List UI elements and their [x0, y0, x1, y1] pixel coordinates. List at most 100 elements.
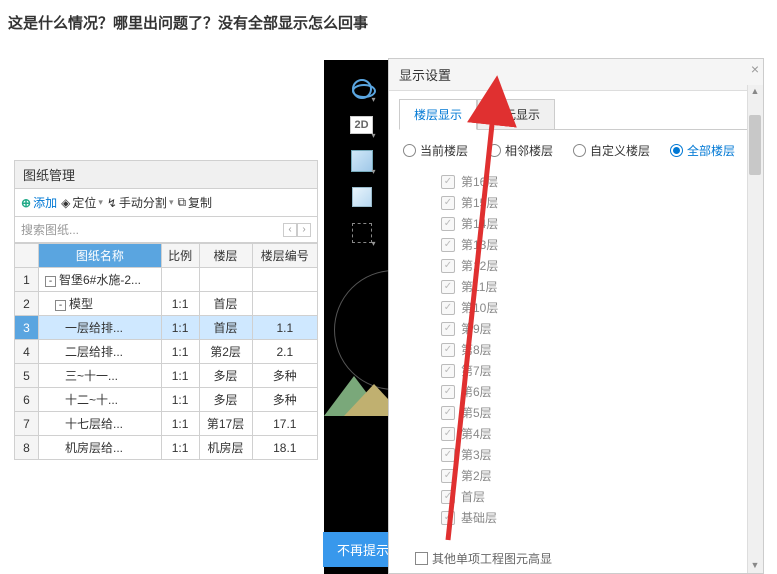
cell-scale[interactable]: 1:1 — [161, 412, 199, 436]
floor-label: 第13层 — [461, 236, 498, 253]
other-project-highlight-check[interactable]: 其他单项工程图元高显 — [415, 550, 552, 567]
floor-item[interactable]: 第8层 — [441, 339, 753, 360]
floor-label: 第4层 — [461, 425, 492, 442]
row-index: 2 — [15, 292, 39, 316]
table-row[interactable]: 2 -模型1:1首层 — [15, 292, 318, 316]
search-next-button[interactable]: › — [297, 223, 311, 237]
cell-name[interactable]: -智堡6#水施-2... — [39, 268, 162, 292]
2d-button[interactable]: 2D▾ — [348, 111, 376, 139]
search-prev-button[interactable]: ‹ — [283, 223, 297, 237]
floor-item[interactable]: 第4层 — [441, 423, 753, 444]
floor-item[interactable]: 第2层 — [441, 465, 753, 486]
floor-item[interactable]: 第10层 — [441, 297, 753, 318]
table-row[interactable]: 1-智堡6#水施-2... — [15, 268, 318, 292]
floor-item[interactable]: 第13层 — [441, 234, 753, 255]
floor-item[interactable]: 第7层 — [441, 360, 753, 381]
cell-floor[interactable]: 第2层 — [199, 340, 252, 364]
checkbox-icon — [441, 196, 455, 210]
cell-floor[interactable]: 多层 — [199, 388, 252, 412]
row-index: 8 — [15, 436, 39, 460]
tab-floor-display[interactable]: 楼层显示 — [399, 99, 477, 130]
panel-toolbar: ⊕ 添加 ◈ 定位 ▾ ↯ 手动分割 ▾ ⧉ 复制 — [14, 188, 318, 217]
display-settings-panel: × 显示设置 楼层显示 图元显示 当前楼层 相邻楼层 自定义楼层 全部楼层 第1… — [388, 58, 764, 574]
panel-scrollbar[interactable]: ▲ ▼ — [747, 85, 763, 573]
copy-button[interactable]: ⧉ 复制 — [177, 194, 212, 211]
globe-button[interactable]: ▾ — [348, 75, 376, 103]
search-input[interactable]: 搜索图纸... — [21, 221, 79, 238]
cell-floor[interactable]: 机房层 — [199, 436, 252, 460]
table-row[interactable]: 5 三~十一...1:1多层多种 — [15, 364, 318, 388]
cube-icon — [351, 150, 373, 172]
region-button[interactable]: ▾ — [348, 219, 376, 247]
table-row[interactable]: 6 十二~十...1:1多层多种 — [15, 388, 318, 412]
table-row[interactable]: 8 机房层给...1:1机房层18.1 — [15, 436, 318, 460]
scroll-thumb[interactable] — [749, 115, 761, 175]
cell-floor[interactable] — [199, 268, 252, 292]
cell-floor-no[interactable]: 2.1 — [252, 340, 317, 364]
table-row[interactable]: 7 十七层给...1:1第17层17.1 — [15, 412, 318, 436]
manual-split-button[interactable]: ↯ 手动分割 ▾ — [107, 194, 174, 211]
locate-button[interactable]: ◈ 定位 ▾ — [61, 194, 103, 211]
cell-name[interactable]: 二层给排... — [39, 340, 162, 364]
cell-floor-no[interactable]: 多种 — [252, 364, 317, 388]
cell-floor-no[interactable]: 18.1 — [252, 436, 317, 460]
cell-name[interactable]: 十七层给... — [39, 412, 162, 436]
floor-label: 第5层 — [461, 404, 492, 421]
floor-item[interactable]: 第6层 — [441, 381, 753, 402]
cell-scale[interactable]: 1:1 — [161, 364, 199, 388]
col-floor[interactable]: 楼层 — [199, 244, 252, 268]
cell-floor[interactable]: 首层 — [199, 316, 252, 340]
cell-name[interactable]: 机房层给... — [39, 436, 162, 460]
cell-floor-no[interactable]: 1.1 — [252, 316, 317, 340]
cell-scale[interactable]: 1:1 — [161, 388, 199, 412]
cell-floor[interactable]: 第17层 — [199, 412, 252, 436]
checkbox-icon — [441, 175, 455, 189]
cell-floor-no[interactable]: 17.1 — [252, 412, 317, 436]
scroll-up-button[interactable]: ▲ — [747, 85, 763, 99]
cube2-button[interactable] — [348, 183, 376, 211]
cell-scale[interactable]: 1:1 — [161, 316, 199, 340]
cell-scale[interactable]: 1:1 — [161, 436, 199, 460]
cell-scale[interactable]: 1:1 — [161, 340, 199, 364]
row-index: 6 — [15, 388, 39, 412]
checkbox-icon — [441, 259, 455, 273]
radio-all-floor[interactable]: 全部楼层 — [670, 142, 735, 159]
cell-name[interactable]: 三~十一... — [39, 364, 162, 388]
panel-title: 显示设置 — [389, 59, 763, 91]
floor-item[interactable]: 首层 — [441, 486, 753, 507]
floor-item[interactable]: 第11层 — [441, 276, 753, 297]
cell-floor-no[interactable]: 多种 — [252, 388, 317, 412]
tab-element-display[interactable]: 图元显示 — [477, 99, 555, 129]
checkbox-icon — [441, 406, 455, 420]
cell-floor-no[interactable] — [252, 268, 317, 292]
floor-item[interactable]: 第5层 — [441, 402, 753, 423]
close-button[interactable]: × — [751, 61, 759, 77]
cell-name[interactable]: 十二~十... — [39, 388, 162, 412]
floor-label: 首层 — [461, 488, 485, 505]
radio-adjacent-floor[interactable]: 相邻楼层 — [488, 142, 553, 159]
col-scale[interactable]: 比例 — [161, 244, 199, 268]
radio-custom-floor[interactable]: 自定义楼层 — [573, 142, 650, 159]
cell-floor[interactable]: 多层 — [199, 364, 252, 388]
cell-scale[interactable]: 1:1 — [161, 292, 199, 316]
radio-current-floor[interactable]: 当前楼层 — [403, 142, 468, 159]
cell-scale[interactable] — [161, 268, 199, 292]
floor-item[interactable]: 第12层 — [441, 255, 753, 276]
floor-item[interactable]: 第16层 — [441, 171, 753, 192]
add-button[interactable]: ⊕ 添加 — [21, 194, 57, 211]
cell-floor[interactable]: 首层 — [199, 292, 252, 316]
cell-name[interactable]: 一层给排... — [39, 316, 162, 340]
floor-item[interactable]: 第9层 — [441, 318, 753, 339]
col-name[interactable]: 图纸名称 — [39, 244, 162, 268]
table-row[interactable]: 4 二层给排...1:1第2层2.1 — [15, 340, 318, 364]
floor-item[interactable]: 第14层 — [441, 213, 753, 234]
floor-item[interactable]: 第15层 — [441, 192, 753, 213]
col-floor-no[interactable]: 楼层编号 — [252, 244, 317, 268]
cell-name[interactable]: -模型 — [39, 292, 162, 316]
floor-item[interactable]: 第3层 — [441, 444, 753, 465]
cell-floor-no[interactable] — [252, 292, 317, 316]
scroll-down-button[interactable]: ▼ — [747, 559, 763, 573]
cube-view-button[interactable]: ▾ — [348, 147, 376, 175]
table-row[interactable]: 3 一层给排...1:1首层1.1 — [15, 316, 318, 340]
floor-item[interactable]: 基础层 — [441, 507, 753, 528]
